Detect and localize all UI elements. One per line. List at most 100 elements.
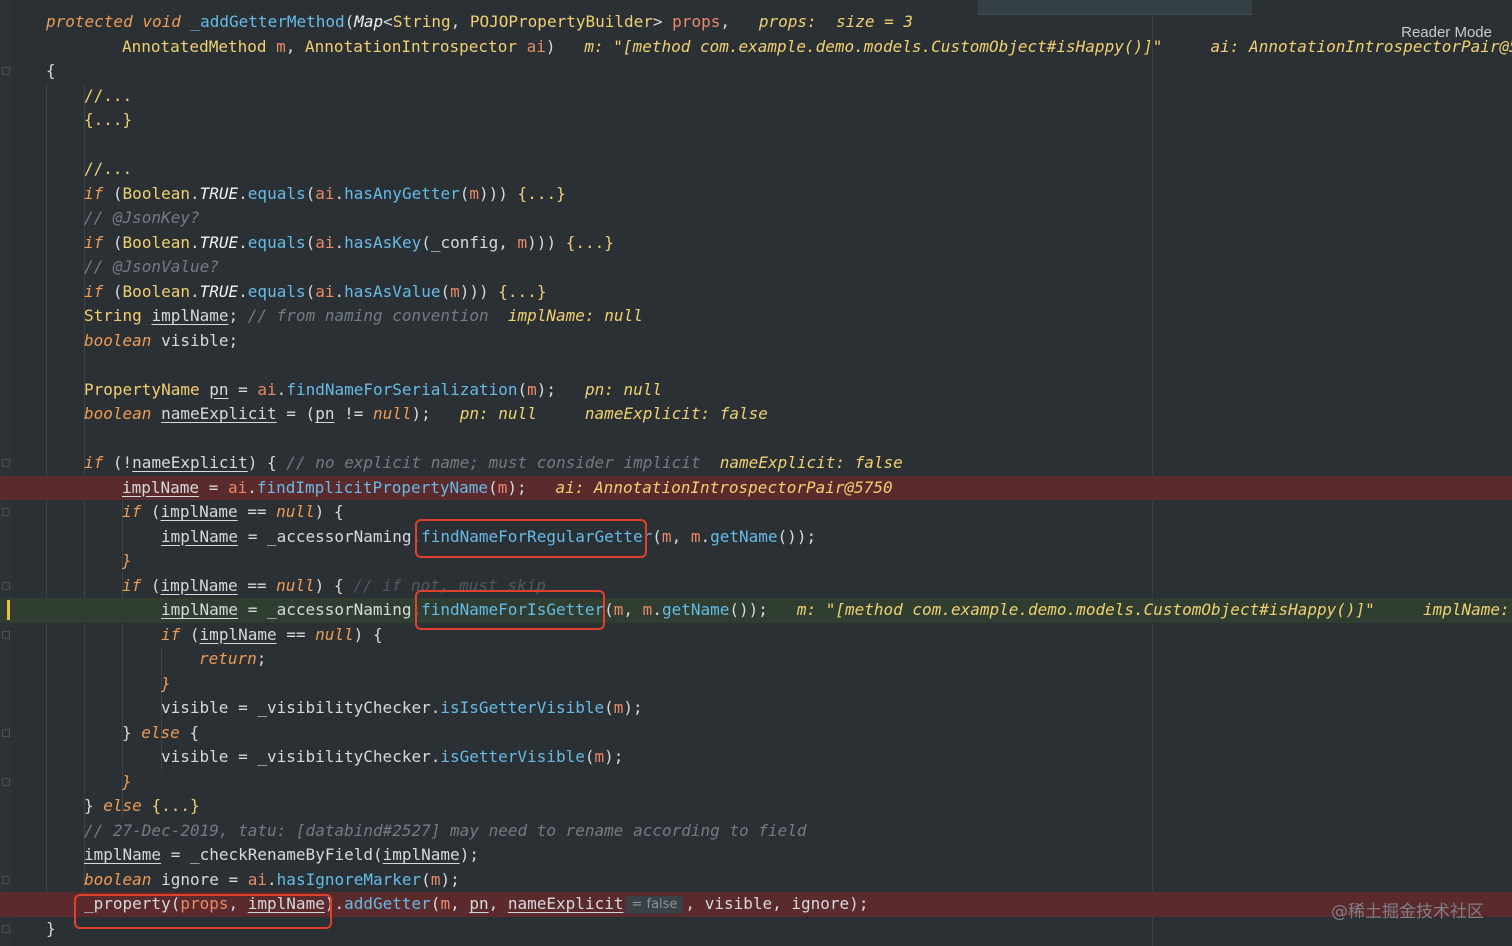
code-line[interactable]: if (implName == null) {: [0, 500, 1512, 525]
code-token: ))): [479, 183, 518, 203]
code-token[interactable]: findImplicitPropertyName: [257, 478, 488, 497]
code-token: .: [238, 281, 248, 301]
code-token: ,: [720, 12, 759, 31]
code-token: props: [672, 12, 721, 31]
code-token[interactable]: pn: [315, 404, 334, 423]
code-line-content: protected void _addGetterMethod(Map<Stri…: [46, 10, 913, 35]
code-line[interactable]: if (implName == null) {: [0, 623, 1512, 648]
code-token[interactable]: implName: [84, 845, 161, 864]
code-line-content: boolean nameExplicit = (pn != null); pn:…: [84, 402, 768, 427]
code-token[interactable]: nameExplicit: [508, 894, 624, 913]
code-token: {: [189, 722, 200, 742]
code-token[interactable]: pn: [209, 380, 228, 399]
code-line[interactable]: {...}: [0, 108, 1512, 133]
code-line[interactable]: boolean nameExplicit = (pn != null); pn:…: [0, 402, 1512, 427]
code-line[interactable]: AnnotatedMethod m, AnnotationIntrospecto…: [0, 35, 1512, 60]
code-token[interactable]: hasAsKey: [344, 233, 421, 252]
reader-mode-button[interactable]: Reader Mode: [1401, 24, 1492, 41]
code-token[interactable]: equals: [248, 282, 306, 301]
code-token: if: [122, 575, 151, 595]
code-token: (: [112, 281, 123, 301]
code-token: {...}: [84, 110, 133, 129]
code-token: ): [545, 36, 585, 56]
code-line[interactable]: [0, 353, 1512, 378]
code-line[interactable]: boolean ignore = ai.hasIgnoreMarker(m);: [0, 868, 1512, 893]
code-token: (: [421, 869, 431, 889]
code-token: (: [305, 232, 316, 252]
code-line[interactable]: if (Boolean.TRUE.equals(ai.hasAsKey(_con…: [0, 231, 1512, 256]
code-token[interactable]: getName: [662, 600, 729, 619]
code-line[interactable]: } else {...}: [0, 794, 1512, 819]
code-token[interactable]: implName: [161, 527, 238, 546]
code-token: (: [150, 575, 161, 595]
code-line[interactable]: } else {: [0, 721, 1512, 746]
code-token[interactable]: implName: [161, 600, 238, 619]
code-line[interactable]: [0, 427, 1512, 452]
execution-line[interactable]: implName = _accessorNaming.findNameForIs…: [0, 598, 1512, 623]
code-token: m: [594, 747, 605, 766]
code-token: ==: [276, 624, 316, 644]
code-line-content: return;: [199, 647, 266, 672]
code-token[interactable]: hasIgnoreMarker: [277, 870, 422, 889]
code-token[interactable]: _addGetterMethod: [191, 12, 345, 31]
code-token[interactable]: implName: [383, 845, 460, 864]
code-line[interactable]: // @JsonKey?: [0, 206, 1512, 231]
code-token: .: [247, 477, 257, 497]
code-line[interactable]: String implName; // from naming conventi…: [0, 304, 1512, 329]
code-line[interactable]: if (Boolean.TRUE.equals(ai.hasAnyGetter(…: [0, 182, 1512, 207]
code-line[interactable]: {: [0, 59, 1512, 84]
code-token: (: [344, 12, 355, 31]
code-token[interactable]: hasAnyGetter: [344, 184, 460, 203]
code-token[interactable]: equals: [248, 233, 306, 252]
code-token[interactable]: implName: [200, 625, 277, 644]
code-line[interactable]: implName = _checkRenameByField(implName)…: [0, 843, 1512, 868]
code-line[interactable]: PropertyName pn = ai.findNameForSerializ…: [0, 378, 1512, 403]
code-line[interactable]: visible = _visibilityChecker.isIsGetterV…: [0, 696, 1512, 721]
code-line[interactable]: // @JsonValue?: [0, 255, 1512, 280]
code-token: ai: [227, 477, 248, 497]
code-token[interactable]: isIsGetterVisible: [440, 698, 604, 717]
code-line[interactable]: implName = _accessorNaming.findNameForRe…: [0, 525, 1512, 550]
code-token[interactable]: implName: [122, 478, 199, 497]
code-token[interactable]: isGetterVisible: [440, 747, 585, 766]
code-token: );: [623, 698, 643, 717]
code-token[interactable]: hasAsValue: [344, 282, 440, 301]
code-token: pn: null nameExplicit: false: [459, 404, 768, 423]
code-line[interactable]: visible = _visibilityChecker.isGetterVis…: [0, 745, 1512, 770]
code-line[interactable]: protected void _addGetterMethod(Map<Stri…: [0, 10, 1512, 35]
code-line[interactable]: return;: [0, 647, 1512, 672]
code-token[interactable]: implName: [161, 502, 238, 521]
code-token[interactable]: findNameForSerialization: [286, 380, 517, 399]
breakpoint-line[interactable]: implName = ai.findImplicitPropertyName(m…: [0, 475, 1512, 500]
code-token: ());: [729, 600, 797, 619]
code-token: ;: [228, 306, 248, 325]
code-line[interactable]: //...: [0, 84, 1512, 109]
code-token: (: [604, 600, 614, 619]
code-token: Map: [354, 12, 384, 31]
code-token[interactable]: pn: [469, 894, 488, 913]
code-token: {...}: [517, 183, 566, 203]
code-line[interactable]: if (!nameExplicit) { // no explicit name…: [0, 451, 1512, 476]
code-token: AnnotatedMethod: [122, 36, 277, 56]
code-token[interactable]: implName: [161, 576, 238, 595]
code-token[interactable]: implName: [151, 306, 228, 325]
code-line[interactable]: }: [0, 672, 1512, 697]
code-line[interactable]: if (implName == null) { // if not, must …: [0, 574, 1512, 599]
code-token: (: [112, 232, 123, 252]
code-token[interactable]: equals: [248, 184, 306, 203]
code-token: (: [189, 624, 200, 644]
code-token[interactable]: getName: [710, 527, 777, 546]
code-editor[interactable]: protected void _addGetterMethod(Map<Stri…: [0, 0, 1512, 946]
code-token: ai: [257, 379, 277, 399]
code-token[interactable]: nameExplicit: [132, 453, 248, 472]
code-token[interactable]: addGetter: [344, 894, 431, 913]
code-line[interactable]: boolean visible;: [0, 329, 1512, 354]
code-line[interactable]: //...: [0, 157, 1512, 182]
code-line[interactable]: // 27-Dec-2019, tatu: [databind#2527] ma…: [0, 819, 1512, 844]
code-line[interactable]: [0, 133, 1512, 158]
code-line[interactable]: }: [0, 549, 1512, 574]
code-line[interactable]: if (Boolean.TRUE.equals(ai.hasAsValue(m)…: [0, 280, 1512, 305]
code-token[interactable]: nameExplicit: [161, 404, 277, 423]
code-token: else: [103, 796, 152, 815]
code-line[interactable]: }: [0, 770, 1512, 795]
